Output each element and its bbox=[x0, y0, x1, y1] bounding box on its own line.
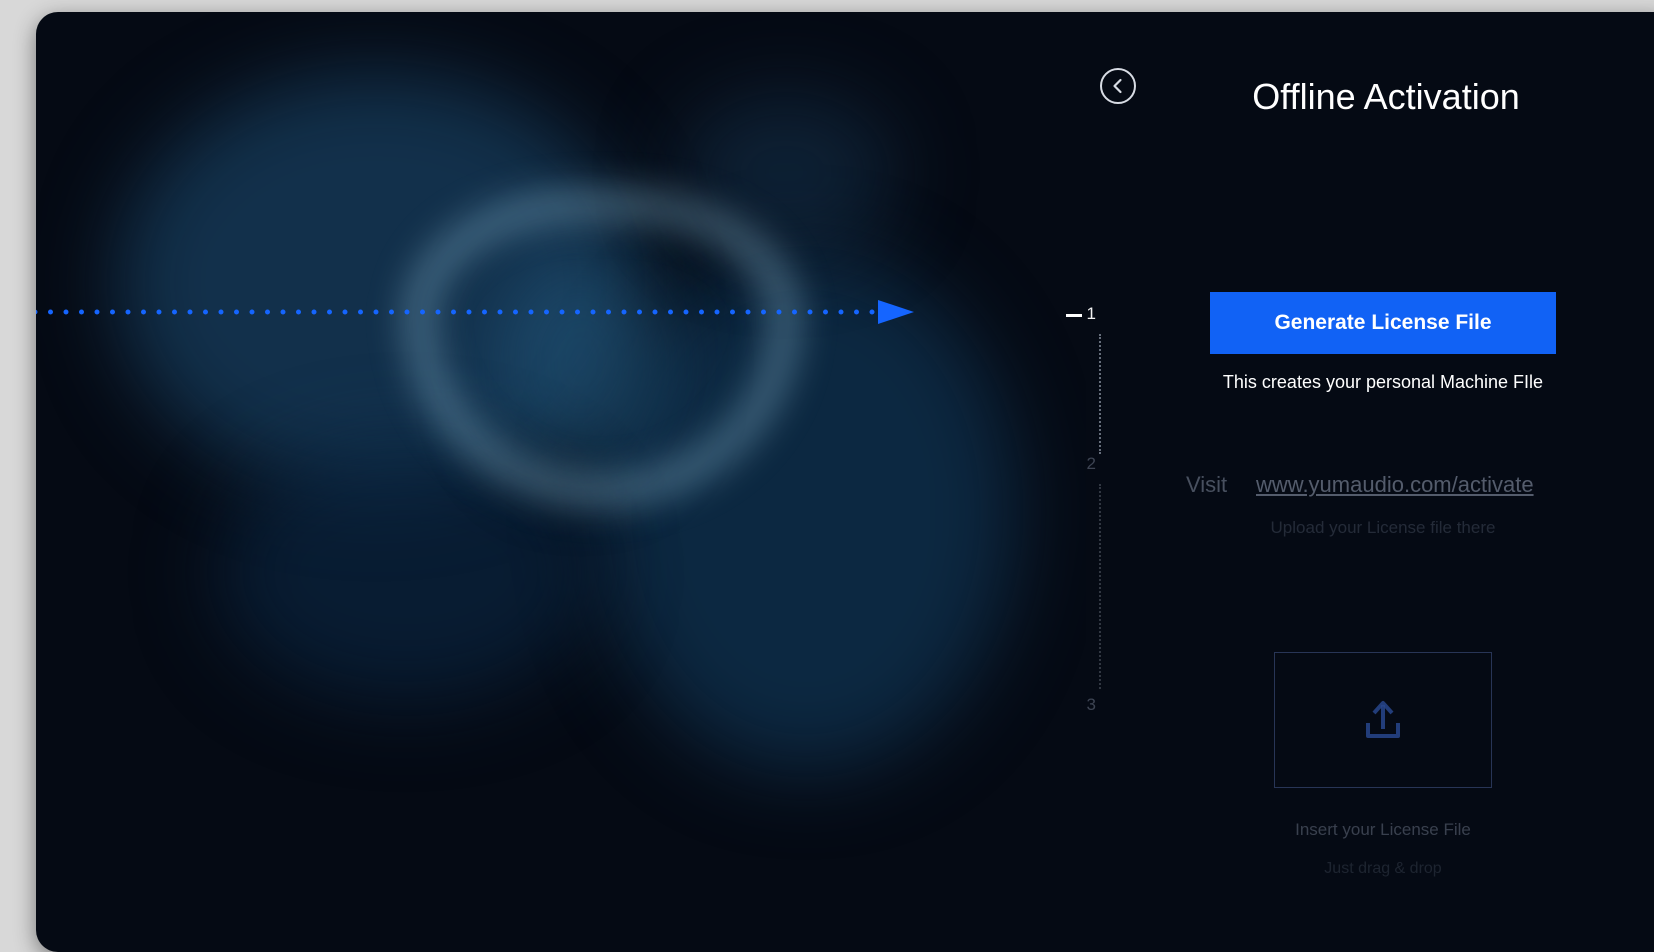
chevron-left-icon bbox=[1113, 78, 1122, 94]
active-step-marker bbox=[1066, 314, 1082, 317]
back-button[interactable] bbox=[1100, 68, 1136, 104]
license-drop-zone[interactable] bbox=[1274, 652, 1492, 788]
step-number-3: 3 bbox=[1086, 695, 1096, 714]
upload-icon bbox=[1366, 701, 1400, 738]
activation-link[interactable]: www.yumaudio.com/activate bbox=[1256, 472, 1534, 498]
activation-window: 1 2 3 Offline Activation Generate Licens… bbox=[36, 12, 1654, 952]
drag-drop-hint: Just drag & drop bbox=[1324, 860, 1442, 877]
step-connector bbox=[1099, 484, 1101, 689]
visit-label: Visit bbox=[1186, 472, 1228, 497]
generate-license-file-button[interactable]: Generate License File bbox=[1210, 292, 1556, 354]
page-title: Offline Activation bbox=[1252, 76, 1520, 117]
step-connector bbox=[1099, 334, 1101, 454]
step-number-1: 1 bbox=[1086, 304, 1096, 323]
step-number-2: 2 bbox=[1086, 454, 1096, 473]
step-indicator: 1 2 3 bbox=[1066, 302, 1106, 762]
insert-license-label: Insert your License File bbox=[1295, 820, 1471, 839]
generate-caption: This creates your personal Machine FIle bbox=[1222, 372, 1544, 392]
dotted-arrow-icon bbox=[36, 300, 914, 324]
upload-hint: Upload your License file there bbox=[1270, 518, 1496, 537]
background-artwork bbox=[36, 12, 1086, 952]
